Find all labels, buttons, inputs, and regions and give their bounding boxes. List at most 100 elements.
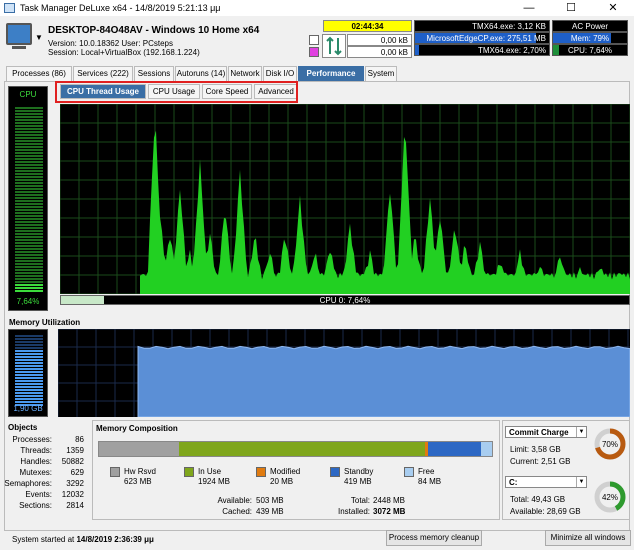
cpu-usage-area: [140, 130, 630, 294]
cpu-meter-segment: [15, 206, 43, 208]
memory-meter-segment: [15, 371, 43, 373]
memory-meter-segment: [15, 380, 43, 382]
minimize-all-windows-button[interactable]: Minimize all windows: [545, 530, 631, 546]
object-value: 629: [70, 468, 84, 477]
cpu-meter-segment: [15, 158, 43, 160]
cpu-meter-segment: [15, 275, 43, 277]
host-name: DESKTOP-84O48AV - Windows 10 Home x64: [48, 25, 260, 36]
cpu-meter-value: 7,64%: [16, 297, 40, 306]
window-title: Task Manager DeLuxe x64 - 14/8/2019 5:21…: [20, 3, 221, 13]
cpu-meter-segment: [15, 155, 43, 157]
object-value: 12032: [61, 490, 84, 499]
composition-segment: [481, 442, 492, 456]
disk-select[interactable]: C: ▼: [505, 476, 587, 488]
computer-stand-icon: [12, 46, 26, 49]
cpu-core-label: CPU 0: 7,64%: [319, 296, 371, 305]
cpu-meter-segment: [15, 113, 43, 115]
commit-gauge-percent: 70%: [602, 440, 618, 449]
tab-autoruns-14[interactable]: Autoruns (14): [175, 66, 227, 81]
tab-network[interactable]: Network: [228, 66, 262, 81]
close-button[interactable]: ✕: [592, 0, 634, 16]
legend-value: 84 MB: [418, 477, 442, 486]
object-key: Threads:: [20, 446, 52, 455]
legend-swatch: [256, 467, 266, 477]
version-line: Version: 10.0.18362 User: PCsteps: [48, 39, 173, 48]
object-row: Processes: 86: [8, 435, 84, 446]
installed-label: Installed:: [337, 507, 370, 516]
computer-icon[interactable]: [6, 23, 32, 45]
object-value: 1359: [66, 446, 84, 455]
cpu-meter-segment: [15, 263, 43, 265]
app-icon: [4, 3, 15, 13]
cpu-meter-segment: [15, 185, 43, 187]
cpu-meter-segment: [15, 251, 43, 253]
memory-meter-segment: [15, 350, 43, 352]
object-row: Threads: 1359: [8, 446, 84, 457]
object-value: 3292: [66, 479, 84, 488]
legend-swatch: [110, 467, 120, 477]
minimize-button[interactable]: —: [508, 0, 550, 16]
top-process-box: MicrosoftEdgeCP.exe: 275,51 MB: [414, 32, 550, 44]
cpu-meter-segment: [15, 125, 43, 127]
system-status-box: Mem: 79%: [552, 32, 628, 44]
chevron-down-icon: ▼: [576, 477, 586, 487]
cpu-meter-segment: [15, 191, 43, 193]
legend-swatch: [330, 467, 340, 477]
tab-system[interactable]: System: [365, 66, 397, 81]
tab-performance[interactable]: Performance: [298, 66, 364, 81]
memory-meter-segment: [15, 365, 43, 367]
uptime-display: 02:44:34: [323, 20, 412, 32]
legend-swatch: [184, 467, 194, 477]
cpu-meter-segment: [15, 260, 43, 262]
memory-meter: 1,90 GB: [8, 329, 48, 417]
net-out-checkbox[interactable]: [309, 47, 319, 57]
memory-meter-segment: [15, 389, 43, 391]
memory-meter-segment: [15, 374, 43, 376]
memory-meter-segment: [15, 338, 43, 340]
memory-composition-bar: [98, 441, 493, 457]
tab-processes-86[interactable]: Processes (86): [6, 66, 72, 81]
object-row: Handles: 50882: [8, 457, 84, 468]
tab-sessions[interactable]: Sessions: [134, 66, 174, 81]
memory-meter-segment: [15, 368, 43, 370]
object-key: Handles:: [20, 457, 52, 466]
total-label: Total:: [350, 496, 370, 505]
cpu-meter-segment: [15, 119, 43, 121]
cpu-meter-segment: [15, 233, 43, 235]
disk-available: Available: 28,69 GB: [510, 507, 581, 516]
legend-value: 20 MB: [270, 477, 294, 486]
cpu-meter-segment: [15, 278, 43, 280]
disk-total: Total: 49,43 GB: [510, 495, 566, 504]
tab-services-222[interactable]: Services (222): [73, 66, 133, 81]
cpu-meter-segment: [15, 266, 43, 268]
tab-disk-i-o[interactable]: Disk I/O: [263, 66, 297, 81]
memory-composition-title: Memory Composition: [96, 424, 178, 433]
legend-value: 419 MB: [344, 477, 372, 486]
title-bar: Task Manager DeLuxe x64 - 14/8/2019 5:21…: [0, 0, 634, 16]
cpu-meter-segment: [15, 116, 43, 118]
available-label: Available:: [217, 496, 252, 505]
memory-meter-segment: [15, 344, 43, 346]
cpu-meter-segment: [15, 179, 43, 181]
system-started-time: 14/8/2019 2:36:39 μμ: [76, 535, 154, 544]
cpu-meter-segment: [15, 128, 43, 130]
cpu-core-bar: CPU 0: 7,64%: [60, 295, 630, 305]
process-memory-cleanup-button[interactable]: Process memory cleanup: [386, 530, 482, 546]
cpu-meter-segment: [15, 149, 43, 151]
top-process-box: TMX64.exe: 2,70%: [414, 44, 550, 56]
commit-select[interactable]: Commit Charge ▼: [505, 426, 587, 438]
cpu-meter: CPU 7,64%: [8, 86, 48, 311]
memory-meter-segment: [15, 359, 43, 361]
chevron-down-icon[interactable]: ▼: [35, 33, 43, 42]
memory-meter-segment: [15, 341, 43, 343]
cpu-meter-segment: [15, 284, 43, 286]
system-started-prefix: System started at: [12, 535, 75, 544]
cpu-meter-segment: [15, 170, 43, 172]
disk-gauge-percent: 42%: [602, 493, 618, 502]
net-in-checkbox[interactable]: [309, 35, 319, 45]
cpu-meter-segment: [15, 197, 43, 199]
cpu-meter-segment: [15, 161, 43, 163]
cpu-meter-segment: [15, 164, 43, 166]
cpu-meter-segment: [15, 242, 43, 244]
maximize-button[interactable]: ☐: [550, 0, 592, 16]
